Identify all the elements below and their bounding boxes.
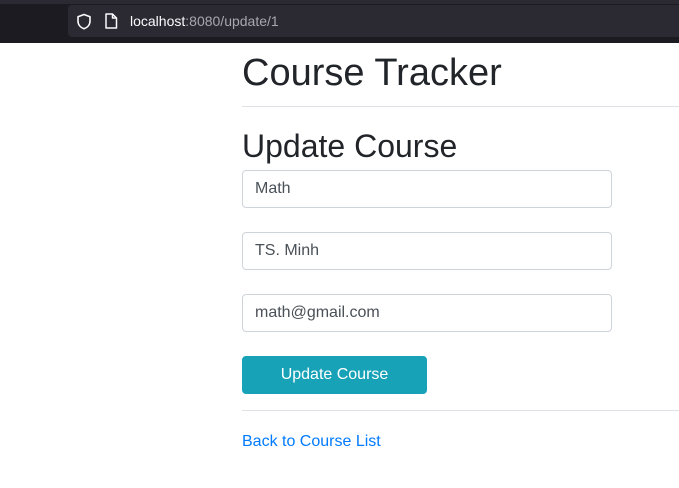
- url-text[interactable]: localhost:8080/update/1: [130, 13, 279, 30]
- footer-divider: [242, 410, 679, 411]
- header-divider: [242, 106, 679, 107]
- shield-icon[interactable]: [76, 13, 92, 30]
- form-title: Update Course: [242, 128, 458, 164]
- address-bar[interactable]: localhost:8080/update/1: [68, 5, 679, 37]
- page-icon: [104, 13, 118, 29]
- course-name-field[interactable]: [242, 170, 612, 208]
- back-to-course-list-link[interactable]: Back to Course List: [242, 432, 381, 451]
- browser-toolbar: localhost:8080/update/1: [0, 0, 679, 43]
- url-host: localhost: [130, 13, 186, 29]
- tab-strip: [0, 0, 679, 4]
- url-path: :8080/update/1: [185, 13, 279, 29]
- email-field[interactable]: [242, 294, 612, 332]
- app-title: Course Tracker: [242, 52, 502, 94]
- update-course-button[interactable]: Update Course: [242, 356, 427, 394]
- instructor-field[interactable]: [242, 232, 612, 270]
